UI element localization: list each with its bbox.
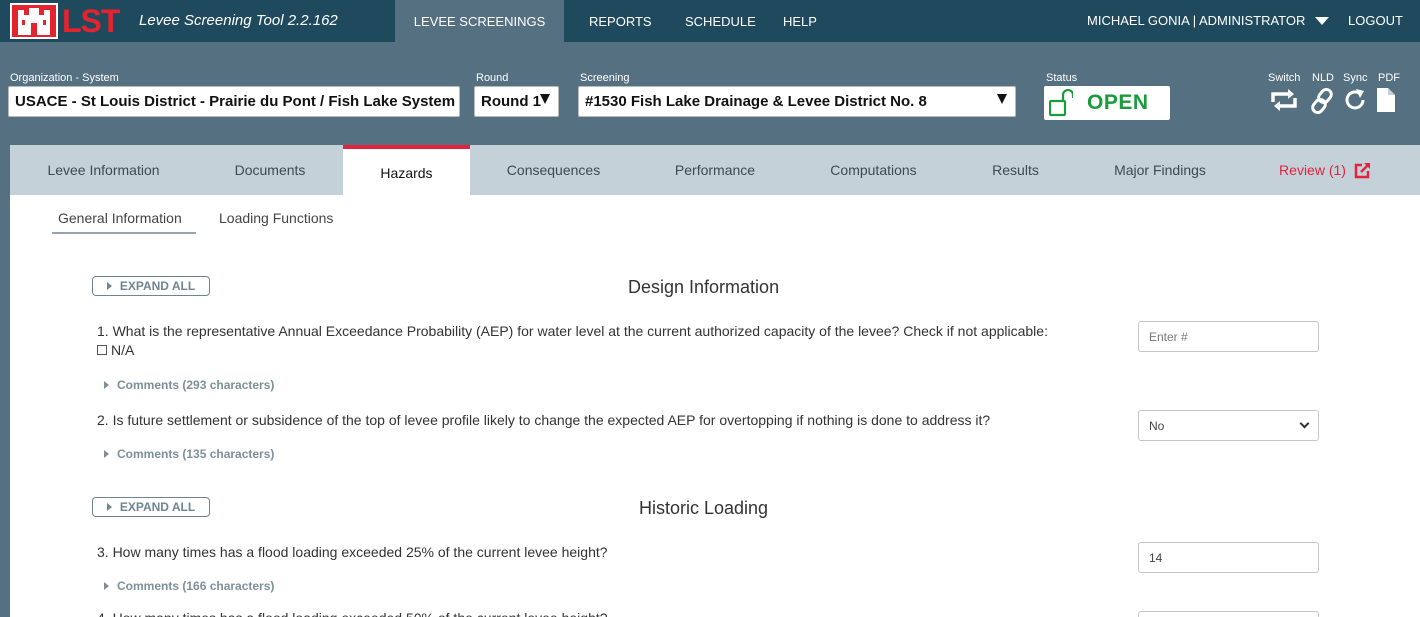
app-title: Levee Screening Tool 2.2.162 <box>139 12 338 29</box>
status-value: OPEN <box>1087 91 1149 114</box>
tab-levee-information[interactable]: Levee Information <box>30 145 177 195</box>
caret-down-icon <box>997 94 1007 104</box>
screening-label: Screening <box>580 72 630 84</box>
tab-hazards[interactable]: Hazards <box>343 145 470 195</box>
user-name: MICHAEL GONIA | ADMINISTRATOR <box>1087 13 1306 28</box>
sync-icon[interactable] <box>1343 88 1367 117</box>
switch-label: Switch <box>1268 72 1301 84</box>
top-navbar: LST Levee Screening Tool 2.2.162 LEVEE S… <box>0 0 1420 42</box>
pdf-label: PDF <box>1378 72 1400 84</box>
pdf-icon[interactable] <box>1377 88 1395 117</box>
answer-3-input[interactable]: 14 <box>1138 542 1319 573</box>
question-2: 2. Is future settlement or subsidence of… <box>97 412 991 428</box>
nav-label: HELP <box>783 13 817 29</box>
subtab-loading-functions[interactable]: Loading Functions <box>219 210 333 226</box>
question-4: 4. How many times has a flood loading ex… <box>97 607 1127 617</box>
castle-icon <box>10 3 58 39</box>
round-label: Round <box>476 72 509 84</box>
round-value: Round 1 <box>481 93 541 110</box>
tab-results[interactable]: Results <box>970 145 1061 195</box>
expand-all-button[interactable]: EXPAND ALL <box>92 497 210 517</box>
logo-text: LST <box>62 2 120 39</box>
app-logo[interactable]: LST <box>10 2 120 39</box>
switch-icon[interactable] <box>1269 88 1299 117</box>
triangle-right-icon <box>106 282 112 290</box>
logout-link[interactable]: LOGOUT <box>1348 13 1403 28</box>
sync-label: Sync <box>1343 72 1368 84</box>
chevron-down-icon <box>1299 418 1310 429</box>
na-label: N/A <box>111 342 135 358</box>
link-icon[interactable] <box>1310 87 1334 119</box>
screening-value: #1530 Fish Lake Drainage & Levee Distric… <box>585 93 927 110</box>
tab-major-findings[interactable]: Major Findings <box>1095 145 1225 195</box>
comments-label: Comments (135 characters) <box>117 447 275 461</box>
answer-placeholder: Enter # <box>1149 329 1188 344</box>
comments-label: Comments (166 characters) <box>117 579 275 593</box>
triangle-right-icon <box>104 381 109 389</box>
status-label: Status <box>1046 72 1078 84</box>
main-tabs: Levee Information Documents Hazards Cons… <box>10 145 1420 195</box>
triangle-right-icon <box>104 450 109 458</box>
na-checkbox-row[interactable]: N/A <box>97 342 134 358</box>
tab-performance[interactable]: Performance <box>653 145 777 195</box>
nld-label: NLD <box>1312 72 1335 84</box>
tab-review[interactable]: Review (1) <box>1260 145 1390 195</box>
nav-label: SCHEDULE <box>685 13 756 29</box>
nav-label: REPORTS <box>589 13 652 29</box>
org-value: USACE - St Louis District - Prairie du P… <box>15 93 456 110</box>
nav-schedule[interactable]: SCHEDULE <box>685 0 756 42</box>
subtab-general-information[interactable]: General Information <box>52 210 196 234</box>
unlock-icon <box>1049 89 1073 117</box>
answer-1-input[interactable]: Enter # <box>1138 321 1319 352</box>
status-badge[interactable]: OPEN <box>1044 86 1170 120</box>
tab-consequences[interactable]: Consequences <box>490 145 617 195</box>
screening-select[interactable]: #1530 Fish Lake Drainage & Levee Distric… <box>578 86 1016 117</box>
comments-toggle[interactable]: Comments (166 characters) <box>104 579 274 593</box>
nav-levee-screenings[interactable]: LEVEE SCREENINGS <box>395 0 564 42</box>
question-3: 3. How many times has a flood loading ex… <box>97 544 608 560</box>
round-select[interactable]: Round 1 <box>474 86 559 117</box>
question-1: 1. What is the representative Annual Exc… <box>97 323 1048 339</box>
nav-help[interactable]: HELP <box>783 0 817 42</box>
na-checkbox[interactable] <box>97 345 107 355</box>
nav-label: LEVEE SCREENINGS <box>413 13 546 29</box>
org-label: Organization - System <box>10 72 119 84</box>
nav-reports[interactable]: REPORTS <box>589 0 652 42</box>
expand-all-button[interactable]: EXPAND ALL <box>92 276 210 296</box>
caret-down-icon <box>540 94 550 104</box>
tab-documents[interactable]: Documents <box>210 145 330 195</box>
answer-value: 14 <box>1149 550 1163 565</box>
answer-value: No <box>1149 418 1165 433</box>
comments-label: Comments (293 characters) <box>117 378 275 392</box>
external-link-icon <box>1354 162 1371 179</box>
expand-label: EXPAND ALL <box>119 500 196 514</box>
expand-label: EXPAND ALL <box>119 279 196 293</box>
triangle-right-icon <box>104 582 109 590</box>
review-label: Review (1) <box>1279 162 1346 178</box>
org-select[interactable]: USACE - St Louis District - Prairie du P… <box>8 86 460 117</box>
tab-computations[interactable]: Computations <box>810 145 937 195</box>
answer-2-select[interactable]: No <box>1138 410 1319 441</box>
comments-toggle[interactable]: Comments (293 characters) <box>104 378 274 392</box>
comments-toggle[interactable]: Comments (135 characters) <box>104 447 274 461</box>
answer-4-input[interactable] <box>1138 611 1319 617</box>
user-menu[interactable]: MICHAEL GONIA | ADMINISTRATOR <box>1087 13 1330 28</box>
triangle-right-icon <box>106 503 112 511</box>
caret-down-icon <box>1315 16 1330 25</box>
section-title: Design Information <box>628 277 780 297</box>
section-title: Historic Loading <box>639 498 769 518</box>
